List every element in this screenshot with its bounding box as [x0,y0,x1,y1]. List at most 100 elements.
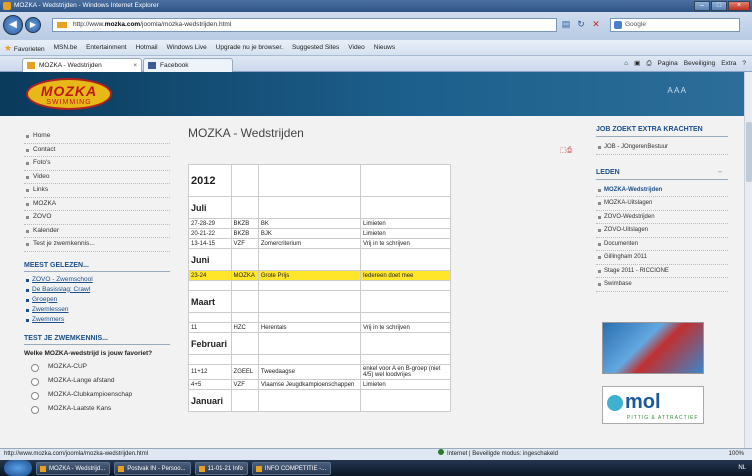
members-link-active[interactable]: MOZKA-Wedstrijden [596,184,728,197]
members-link[interactable]: Documenten [596,238,728,251]
month-heading: Juni [188,248,232,271]
back-icon[interactable]: ◀ [3,15,23,35]
popular-link[interactable]: De Basisslag: Crawl [24,285,170,295]
search-input[interactable]: Google [610,18,740,32]
status-url: http://www.mozka.com/joomla/mozka-wedstr… [4,451,149,457]
compat-view-icon[interactable]: ▤ [560,18,572,31]
nav-item[interactable]: Test je zwemkennis... [24,238,170,252]
scroll-thumb[interactable] [746,122,752,182]
popular-heading: MEEST GELEZEN... [24,262,170,272]
jobs-list: JOB - JOngerenBestuur [596,141,728,155]
quiz-option[interactable]: MOZKA-CUP [24,360,170,374]
print-icon[interactable]: ⎙ [646,56,651,72]
mol-sponsor-logo[interactable]: mol PITTIG & ATTRACTIEF [602,386,704,424]
forward-icon[interactable]: ▶ [25,17,41,33]
pdf-print-icons[interactable]: ⬚⎙ [560,146,572,155]
table-row: 11 HZC Herentals Vrij in te schrijven [188,322,451,333]
members-link[interactable]: MOZKA-Uitslagen [596,197,728,211]
nav-item[interactable]: Foto's [24,157,170,171]
note-cell: Limieten [360,379,451,390]
taskbar-button[interactable]: Postvak IN - Persoo... [114,461,191,475]
taskbar-button[interactable]: INFO COMPETITIE -... [251,461,332,475]
url-prefix: http://www. [73,21,105,28]
popular-link[interactable]: Groepen [24,295,170,305]
minimize-button[interactable]: – [694,1,710,11]
note-cell: Iedereen doet mee [360,270,451,281]
maximize-button[interactable]: □ [711,1,727,11]
fav-item[interactable]: Hotmail [136,40,158,55]
stop-icon[interactable]: ✕ [590,18,602,31]
quiz-option[interactable]: MOZKA-Laatste Kans [24,402,170,416]
collapse-icon[interactable]: – [718,169,722,176]
mozka-tab-icon [27,62,35,69]
site-logo[interactable]: MOZKA SWIMMING [26,78,112,110]
nav-item[interactable]: Video [24,171,170,184]
tools-menu[interactable]: Extra [721,56,736,72]
fav-item[interactable]: Suggested Sites [292,40,339,55]
tray-language[interactable]: NL [738,462,746,474]
table-row: 27-28-29 BKZB BK Limieten [188,218,451,229]
table-row: 20-21-22 BKZB BJK Limieten [188,228,451,239]
fav-item[interactable]: MSN.be [54,40,77,55]
swimming-photo[interactable] [602,322,704,374]
fav-item[interactable]: Nieuws [374,40,395,55]
month-heading: Januari [188,389,232,412]
close-button[interactable]: × [728,1,750,11]
nav-item[interactable]: Home [24,130,170,144]
favorites-button[interactable]: ★ Favorieten [4,40,45,55]
members-link[interactable]: ZOVO-Wedstrijden [596,211,728,224]
members-link[interactable]: ZOVO-Uitslagen [596,224,728,238]
club-cell: BKZB [230,218,259,229]
tab-bar: MOZKA - Wedstrijden × Facebook ⌂ ▣ ⎙ Pag… [0,56,752,72]
tab-facebook[interactable]: Facebook [143,58,233,72]
safety-menu[interactable]: Beveiliging [684,56,715,72]
jobs-link[interactable]: JOB - JOngerenBestuur [596,141,728,155]
popular-link[interactable]: Zwemlessen [24,305,170,315]
start-button[interactable] [4,460,32,476]
event-cell: Grote Prijs [257,270,362,281]
nav-item[interactable]: Contact [24,144,170,157]
members-link[interactable]: Gillingham 2011 [596,251,728,265]
table-row-highlighted: 23-24 MOZKA Grote Prijs Iedereen doet mee [188,270,451,281]
taskbar-button[interactable]: MOZKA - Wedstrijd... [36,461,111,475]
close-tab-icon[interactable]: × [133,59,137,72]
month-heading: Maart [188,290,232,313]
help-icon[interactable]: ? [742,56,746,72]
fav-item[interactable]: Windows Live [167,40,207,55]
members-link[interactable]: Swimbase [596,278,728,292]
date-cell: 27-28-29 [188,218,232,229]
feeds-icon[interactable]: ▣ [634,56,640,72]
nav-item[interactable]: ZOVO [24,211,170,225]
address-row: ◀ ▶ http://www.mozka.com/joomla/mozka-we… [0,12,752,40]
window-title: MOZKA - Wedstrijden - Windows Internet E… [14,2,159,9]
quiz-option[interactable]: MOZKA-Lange afstand [24,374,170,388]
popular-link[interactable]: Zwemmers [24,315,170,325]
right-sidebar: JOB ZOEKT EXTRA KRACHTEN JOB - JOngerenB… [596,126,728,424]
nav-item[interactable]: Links [24,184,170,198]
page-menu[interactable]: Pagina [658,56,678,72]
fav-item[interactable]: Video [348,40,365,55]
url-path: /joomla/mozka-wedstrijden.html [140,21,232,28]
address-bar[interactable]: http://www.mozka.com/joomla/mozka-wedstr… [52,18,557,32]
refresh-icon[interactable]: ↻ [575,18,587,31]
tab-mozka[interactable]: MOZKA - Wedstrijden × [22,58,142,72]
nav-item[interactable]: Kalender [24,225,170,238]
taskbar: MOZKA - Wedstrijd... Postvak IN - Persoo… [0,460,752,476]
fav-item[interactable]: Upgrade nu je browser. [216,40,283,55]
fav-item[interactable]: Entertainment [86,40,126,55]
quiz-option[interactable]: MOZKA-Clubkampioenschap [24,388,170,402]
note-cell: Vrij in te schrijven [360,322,451,333]
nav-item[interactable]: MOZKA [24,198,170,211]
taskbar-button[interactable]: 11-01-21 Info [194,461,248,475]
security-zone: Internet | Beveiligde modus: ingeschakel… [438,449,558,460]
members-link[interactable]: Stage 2011 - RICCIONE [596,265,728,278]
mol-tagline: PITTIG & ATTRACTIEF [627,415,699,421]
event-cell: Zomercriterium [257,238,362,249]
font-size-control[interactable]: A A A [667,86,686,95]
jobs-heading: JOB ZOEKT EXTRA KRACHTEN [596,126,728,137]
popular-link[interactable]: ZOVO - Zwemschool [24,275,170,285]
mol-logo-text: mol [625,391,661,413]
vertical-scrollbar[interactable] [744,72,752,448]
home-icon[interactable]: ⌂ [624,56,628,72]
zoom-level[interactable]: 100% [729,449,744,460]
